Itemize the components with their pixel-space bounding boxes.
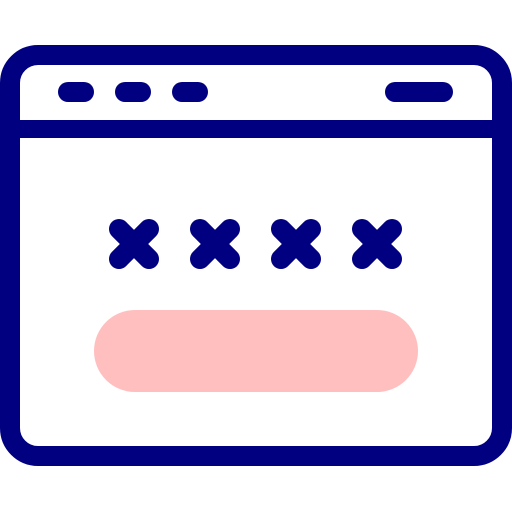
password-mask-x-icon: [352, 219, 402, 269]
password-mask-x-icon: [190, 219, 240, 269]
window-frame: [0, 45, 512, 466]
icon-illustration: [0, 45, 512, 466]
password-browser-window-icon: [0, 0, 512, 512]
password-mask-x-icon: [109, 219, 159, 269]
submit-button-shape: [94, 310, 418, 392]
password-mask-x-icon: [271, 219, 321, 269]
